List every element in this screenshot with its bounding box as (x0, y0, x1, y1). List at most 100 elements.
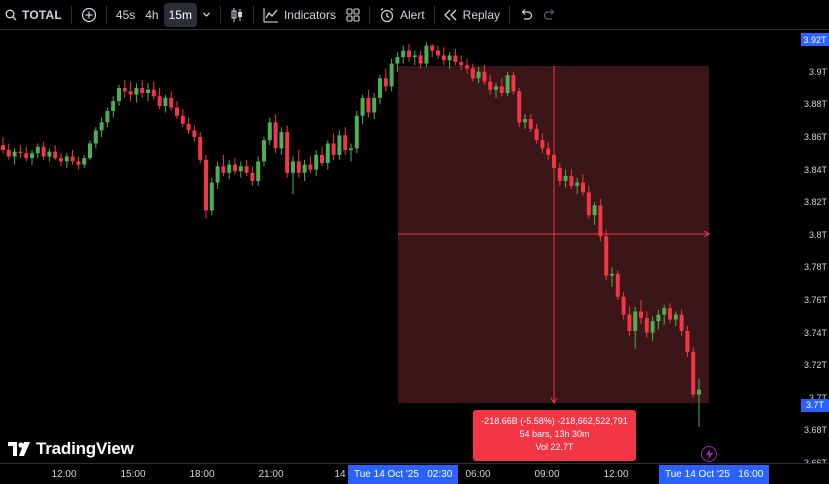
candle[interactable] (366, 89, 371, 118)
candle[interactable] (1, 136, 5, 154)
candle[interactable] (430, 44, 435, 58)
candle[interactable] (169, 91, 174, 111)
candle[interactable] (59, 153, 63, 167)
interval-45s[interactable]: 45s (111, 3, 140, 27)
candle[interactable] (88, 140, 92, 160)
candle[interactable] (453, 48, 458, 66)
candle[interactable] (30, 150, 34, 165)
candle[interactable] (180, 109, 185, 128)
price-axis[interactable]: 3.92T 3.9T 3.88T 3.86T 3.84T 3.82T 3.8T 3.78T 3.… (800, 31, 829, 468)
candle[interactable] (418, 50, 423, 69)
candle[interactable] (511, 71, 516, 95)
candle[interactable] (117, 84, 121, 106)
interval-dropdown[interactable] (197, 3, 216, 27)
candle[interactable] (517, 88, 522, 128)
candle[interactable] (320, 146, 324, 167)
chart-pane[interactable] (0, 31, 800, 463)
candle[interactable] (401, 45, 406, 64)
candle[interactable] (227, 159, 232, 180)
candle[interactable] (436, 45, 440, 59)
candle[interactable] (233, 158, 237, 175)
candle[interactable] (209, 177, 214, 216)
candle[interactable] (99, 117, 104, 137)
candle[interactable] (296, 150, 301, 178)
candle[interactable] (186, 117, 191, 134)
indicators-button[interactable]: Indicators (258, 3, 341, 27)
candle[interactable] (134, 83, 139, 103)
candle[interactable] (412, 50, 417, 66)
candle[interactable] (82, 154, 87, 168)
candle[interactable] (256, 156, 261, 186)
candle[interactable] (604, 229, 609, 281)
candle[interactable] (47, 148, 52, 162)
symbol-search[interactable]: TOTAL (0, 3, 67, 27)
candle[interactable] (151, 81, 156, 100)
candle[interactable] (691, 347, 696, 398)
candle[interactable] (302, 159, 307, 181)
candle[interactable] (354, 110, 359, 154)
candle[interactable] (146, 83, 150, 102)
candle[interactable] (325, 140, 330, 170)
candle[interactable] (204, 154, 208, 219)
alert-button[interactable]: Alert (374, 3, 430, 27)
candle[interactable] (349, 143, 353, 162)
candle[interactable] (383, 68, 388, 92)
candle[interactable] (41, 141, 46, 160)
layout-button[interactable] (341, 3, 365, 27)
candle[interactable] (389, 58, 394, 92)
candle[interactable] (70, 150, 75, 165)
compare-button[interactable] (76, 3, 102, 27)
chart-type-button[interactable] (225, 3, 249, 27)
candle[interactable] (122, 79, 127, 98)
candle[interactable] (314, 150, 319, 177)
candle[interactable] (140, 79, 145, 98)
candle[interactable] (378, 75, 382, 105)
candle[interactable] (12, 148, 17, 165)
undo-button[interactable] (514, 3, 538, 27)
candle[interactable] (267, 117, 272, 146)
candle[interactable] (372, 92, 377, 120)
replay-button[interactable]: Replay (439, 3, 505, 27)
redo-button[interactable] (538, 3, 562, 27)
candle[interactable] (285, 125, 290, 178)
candle[interactable] (424, 42, 429, 67)
candle[interactable] (53, 145, 58, 160)
candle[interactable] (337, 130, 342, 160)
candle[interactable] (331, 133, 336, 160)
candle[interactable] (273, 114, 278, 154)
time-axis[interactable]: 12:0015:0018:0021:001406:0009:0012:0000T… (0, 463, 829, 484)
candle[interactable] (157, 88, 162, 110)
candle[interactable] (262, 136, 266, 167)
candle[interactable] (163, 94, 168, 113)
candle[interactable] (64, 153, 69, 168)
candlestick-chart[interactable] (0, 31, 800, 463)
candle[interactable] (175, 101, 179, 120)
candle[interactable] (291, 156, 295, 195)
candle[interactable] (308, 156, 313, 173)
candle[interactable] (111, 96, 116, 118)
candle[interactable] (360, 94, 365, 124)
candle[interactable] (441, 47, 446, 66)
lightning-icon[interactable] (701, 446, 717, 462)
candle[interactable] (105, 107, 110, 128)
candle[interactable] (407, 44, 411, 62)
candle[interactable] (128, 81, 133, 102)
candle[interactable] (6, 143, 11, 160)
candle[interactable] (250, 166, 255, 186)
candle[interactable] (24, 146, 29, 162)
candle[interactable] (198, 132, 203, 164)
candle[interactable] (35, 143, 40, 159)
candle[interactable] (93, 127, 98, 149)
interval-15m[interactable]: 15m (163, 2, 197, 27)
candle[interactable] (221, 154, 226, 177)
candle[interactable] (279, 127, 284, 155)
candle[interactable] (244, 159, 249, 177)
candle[interactable] (192, 125, 197, 142)
candle[interactable] (76, 156, 81, 170)
candle[interactable] (615, 270, 620, 300)
candle[interactable] (18, 145, 23, 159)
candle[interactable] (343, 127, 348, 155)
candle[interactable] (238, 161, 243, 178)
interval-4h[interactable]: 4h (140, 3, 163, 27)
candle[interactable] (505, 71, 510, 97)
